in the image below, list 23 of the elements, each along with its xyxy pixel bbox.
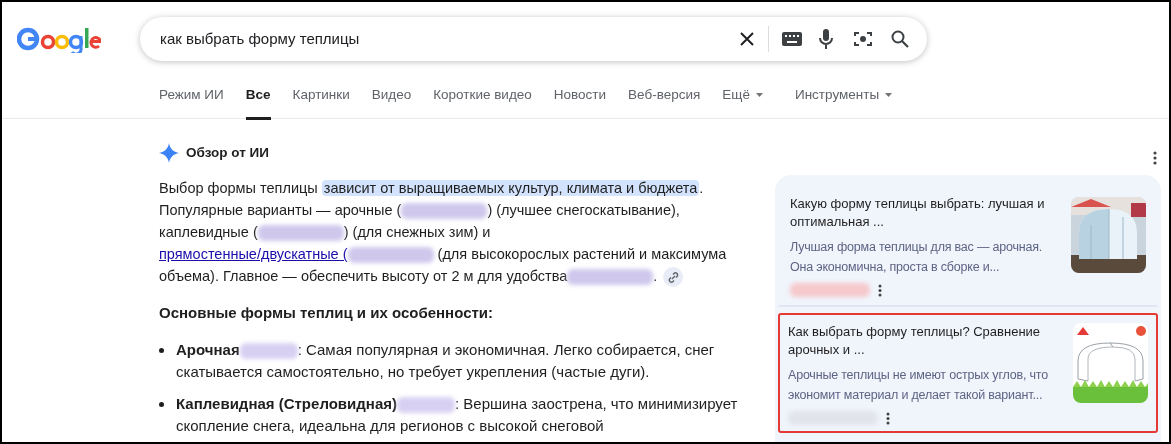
bullet-text: Арочная : Самая популярная и экономичная. Легко собирается, снег скатывается самостоятельно, но требует укрепления (частые дуги). <box>176 339 716 382</box>
nav-tab[interactable]: Инструменты <box>794 85 893 121</box>
source-snippet: Арочные теплицы не имеют острых углов, что экономит материал и делает такой вариант... <box>788 367 1049 404</box>
search-query: как выбрать форму теплицы <box>160 28 361 49</box>
nav-tab[interactable]: Режим ИИ <box>159 85 224 121</box>
nav-tab[interactable]: Веб-версия <box>628 85 701 121</box>
section-heading: Основные формы теплиц и их особенности: <box>159 303 495 324</box>
source-card[interactable]: Какую форму теплицы выбрать: лучшая и оптимальная ... Лучшая форма теплицы для вас — арочная. Она экономична, проста в сборке и... <box>778 185 1158 307</box>
search-field[interactable]: как выбрать форму теплицы <box>140 17 927 61</box>
nav-tab[interactable]: Новости <box>553 85 607 121</box>
nav-tab[interactable]: Видео <box>371 85 412 121</box>
nav-tab[interactable]: Короткие видео <box>433 85 532 121</box>
nav-tab[interactable]: Ещё <box>722 85 763 121</box>
overview-paragraph: Выбор формы теплицы зависит от выращиваемых культур, климата и бюджета. Популярные варианты — арочные ( ) (лучшее снегоскатывание), каплевидные ( ) (для снежных зим) и прямостенные/двускатные ( (для высокорослых растений и максимума объема). Главное — обеспечить высоту от 2 м для удобства . <box>159 177 759 288</box>
ai-overview-title: Обзор от ИИ <box>186 144 269 162</box>
text-link[interactable]: прямостенные/двускатные ( <box>159 246 348 263</box>
bullet-text: Каплевидная (Стреловидная) : Вершина заострена, что минимизирует скопление снега, идеальна для регионов с высокой снеговой <box>176 393 739 436</box>
nav-tab[interactable]: Все <box>245 85 271 121</box>
source-snippet: Лучшая форма теплицы для вас — арочная. Она экономична, проста в сборке и... <box>790 239 1044 276</box>
source-card[interactable]: Как выбрать форму теплицы? Сравнение арочных и ... Арочные теплицы не имеют острых углов, что экономит материал и делает такой вариант... <box>778 313 1158 433</box>
nav-tab[interactable]: Картинки <box>292 85 350 121</box>
source-title[interactable]: Какую форму теплицы выбрать: лучшая и оптимальная ... <box>790 195 1061 231</box>
source-title[interactable]: Как выбрать форму теплицы? Сравнение арочных и ... <box>788 323 1063 359</box>
